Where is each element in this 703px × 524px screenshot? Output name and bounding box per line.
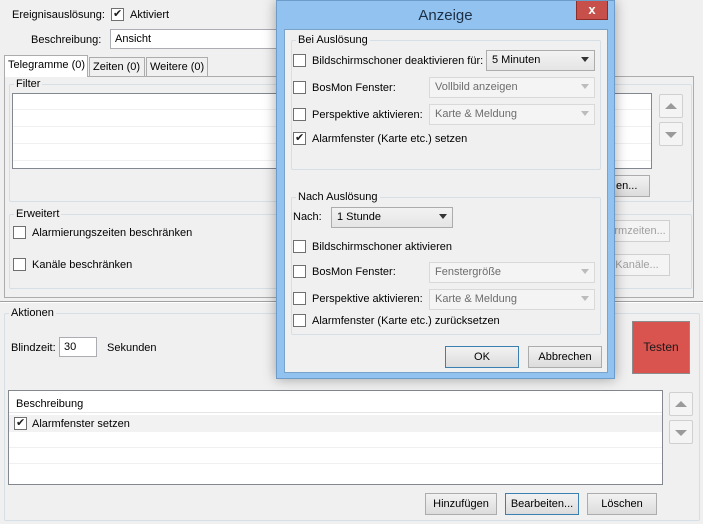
nach-select[interactable]: 1 Stunde xyxy=(331,207,453,228)
filter-group-title: Filter xyxy=(14,77,43,91)
add-button[interactable]: Hinzufügen xyxy=(425,493,497,515)
arrow-up-icon xyxy=(665,103,677,109)
limit-channels-checkbox[interactable] xyxy=(13,258,26,271)
chevron-down-icon xyxy=(581,269,589,274)
nach-alarm-label: Alarmfenster (Karte etc.) zurücksetzen xyxy=(312,315,500,327)
aktionen-group-title: Aktionen xyxy=(9,306,56,320)
test-button[interactable]: Testen xyxy=(632,321,690,374)
nach-screensaver-checkbox[interactable] xyxy=(293,240,306,253)
limit-channels-label: Kanäle beschränken xyxy=(32,259,133,271)
description-input[interactable]: Ansicht xyxy=(110,29,280,49)
chevron-down-icon xyxy=(581,296,589,301)
nach-label: Nach: xyxy=(293,211,322,223)
filter-edit-button[interactable]: en... xyxy=(612,175,650,197)
bei-perspective-value: Karte & Meldung xyxy=(435,108,517,120)
anzeige-dialog: Anzeige x Bei Auslösung Bildschirmschone… xyxy=(276,0,615,379)
nach-perspective-checkbox[interactable] xyxy=(293,292,306,305)
dialog-title: Anzeige xyxy=(418,7,473,24)
nach-bosmon-select[interactable]: Fenstergröße xyxy=(429,262,595,283)
limit-times-label: Alarmierungszeiten beschränken xyxy=(32,227,193,239)
bei-perspective-label: Perspektive aktivieren: xyxy=(312,109,423,121)
list-item-label: Alarmfenster setzen xyxy=(32,418,130,430)
nach-screensaver-label: Bildschirmschoner aktivieren xyxy=(312,241,452,253)
list-item-checkbox[interactable] xyxy=(14,416,27,430)
nach-value: 1 Stunde xyxy=(337,211,382,223)
bei-ausloesung-title: Bei Auslösung xyxy=(296,33,370,47)
description-label: Beschreibung: xyxy=(31,34,102,46)
chevron-down-icon xyxy=(581,84,589,89)
nach-bosmon-value: Fenstergröße xyxy=(435,266,502,278)
actions-list-header: Beschreibung xyxy=(9,391,662,413)
bei-bosmon-checkbox[interactable] xyxy=(293,81,306,94)
arrow-up-icon xyxy=(675,401,687,407)
limit-times-checkbox[interactable] xyxy=(13,226,26,239)
nach-alarm-checkbox[interactable] xyxy=(293,314,306,327)
erweitert-group-title: Erweitert xyxy=(14,207,62,221)
nach-ausloesung-title: Nach Auslösung xyxy=(296,190,380,204)
actions-up-button[interactable] xyxy=(669,392,693,416)
chevron-down-icon xyxy=(581,57,589,62)
bei-perspective-checkbox[interactable] xyxy=(293,108,306,121)
blindzeit-label: Blindzeit: xyxy=(11,342,56,354)
dialog-body: Bei Auslösung Bildschirmschoner deaktivi… xyxy=(284,29,608,373)
trigger-label: Ereignisauslösung: xyxy=(12,9,105,21)
ok-button[interactable]: OK xyxy=(445,346,519,368)
active-checkbox[interactable] xyxy=(111,7,124,21)
bei-perspective-select[interactable]: Karte & Meldung xyxy=(429,104,595,125)
nach-perspective-value: Karte & Meldung xyxy=(435,293,517,305)
active-label: Aktiviert xyxy=(130,9,170,21)
filter-list[interactable] xyxy=(12,93,280,169)
bei-screensaver-checkbox[interactable] xyxy=(293,54,306,67)
delete-button[interactable]: Löschen xyxy=(587,493,657,515)
filter-up-button[interactable] xyxy=(659,94,683,118)
bei-bosmon-value: Vollbild anzeigen xyxy=(435,81,518,93)
filter-list-right[interactable] xyxy=(612,93,652,169)
chevron-down-icon xyxy=(439,214,447,219)
actions-header-description: Beschreibung xyxy=(16,398,84,410)
bei-screensaver-label: Bildschirmschoner deaktivieren für: xyxy=(312,55,484,67)
close-icon: x xyxy=(588,2,596,17)
tab-weitere[interactable]: Weitere (0) xyxy=(146,57,208,77)
actions-list[interactable]: Beschreibung Alarmfenster setzen xyxy=(8,390,663,485)
chevron-down-icon xyxy=(581,111,589,116)
bei-alarm-checkbox[interactable] xyxy=(293,131,306,145)
blindzeit-input[interactable]: 30 xyxy=(59,337,97,357)
seconds-label: Sekunden xyxy=(107,342,157,354)
nach-bosmon-label: BosMon Fenster: xyxy=(312,266,396,278)
bei-bosmon-select[interactable]: Vollbild anzeigen xyxy=(429,77,595,98)
bei-bosmon-label: BosMon Fenster: xyxy=(312,82,396,94)
nach-bosmon-checkbox[interactable] xyxy=(293,265,306,278)
bei-alarm-label: Alarmfenster (Karte etc.) setzen xyxy=(312,133,468,145)
bei-screensaver-select[interactable]: 5 Minuten xyxy=(486,50,595,71)
nach-perspective-label: Perspektive aktivieren: xyxy=(312,293,423,305)
bei-screensaver-value: 5 Minuten xyxy=(492,54,541,66)
tab-zeiten[interactable]: Zeiten (0) xyxy=(89,57,145,77)
cancel-button[interactable]: Abbrechen xyxy=(528,346,602,368)
edit-button[interactable]: Bearbeiten... xyxy=(505,493,579,515)
nach-perspective-select[interactable]: Karte & Meldung xyxy=(429,289,595,310)
actions-down-button[interactable] xyxy=(669,420,693,444)
close-button[interactable]: x xyxy=(576,1,608,20)
arrow-down-icon xyxy=(675,430,687,436)
filter-down-button[interactable] xyxy=(659,122,683,146)
arrow-down-icon xyxy=(665,132,677,138)
tab-telegramme[interactable]: Telegramme (0) xyxy=(4,55,88,77)
list-item[interactable]: Alarmfenster setzen xyxy=(9,415,662,432)
